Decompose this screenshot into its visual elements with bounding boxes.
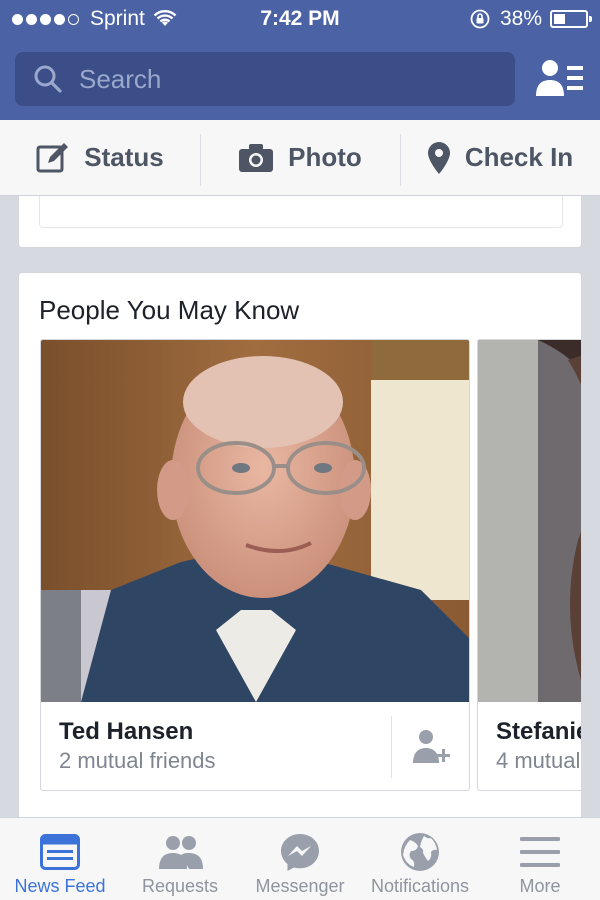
search-icon (33, 64, 63, 94)
friend-requests-icon (157, 828, 203, 876)
person-info: Ted Hansen 2 mutual friends (41, 702, 469, 790)
tab-requests[interactable]: Requests (120, 818, 240, 900)
tab-news-feed[interactable]: News Feed (0, 818, 120, 900)
person-name[interactable]: Ted Hansen (59, 718, 193, 746)
location-pin-icon (427, 141, 450, 174)
orientation-lock-icon (470, 9, 490, 29)
camera-icon (239, 143, 274, 172)
tab-messenger[interactable]: Messenger (240, 818, 360, 900)
check-in-button[interactable]: Check In (400, 120, 600, 195)
status-bar: Sprint 7:42 PM 38% (0, 0, 600, 40)
messenger-icon (280, 828, 320, 876)
search-input[interactable] (79, 63, 459, 95)
profile-photo[interactable] (478, 340, 581, 702)
compose-status-icon (36, 142, 69, 172)
tab-notifications[interactable]: Notifications (360, 818, 480, 900)
previous-story-card (18, 196, 582, 248)
bottom-tab-bar: News Feed Requests Messenger Notificatio… (0, 817, 600, 900)
mutual-friends-count: 4 mutual friends (496, 748, 581, 773)
add-friend-button[interactable] (391, 716, 469, 778)
photo-label: Photo (288, 142, 362, 172)
person-info: Stefanie N 4 mutual friends (478, 702, 581, 790)
news-feed-icon (40, 828, 80, 876)
profile-photo[interactable] (41, 340, 469, 702)
post-composer-bar: Status Photo Check In (0, 120, 600, 196)
tab-label: News Feed (14, 876, 106, 896)
status-label: Status (84, 142, 164, 172)
tab-more[interactable]: More (480, 818, 600, 900)
story-action-bar (39, 196, 563, 228)
person-card[interactable]: Stefanie N 4 mutual friends (477, 339, 581, 791)
person-card[interactable]: Ted Hansen 2 mutual friends (40, 339, 470, 791)
hamburger-menu-icon (520, 828, 560, 876)
tab-label: Requests (141, 876, 219, 896)
people-you-may-know-card: People You May Know Ted Hansen 2 mutual … (18, 272, 582, 832)
pymk-title: People You May Know (39, 295, 300, 325)
friends-list-icon[interactable] (536, 58, 584, 103)
tab-label: Notifications (370, 876, 470, 896)
tab-label: More (519, 876, 561, 896)
mutual-friends-count: 2 mutual friends (59, 748, 216, 773)
globe-icon (400, 828, 440, 876)
person-name[interactable]: Stefanie N (496, 718, 581, 746)
add-friend-icon (412, 730, 450, 763)
photo-button[interactable]: Photo (200, 120, 400, 195)
battery-icon (550, 10, 592, 28)
search-bar[interactable] (15, 52, 515, 106)
status-button[interactable]: Status (0, 120, 200, 195)
top-navigation-bar: Sprint 7:42 PM 38% (0, 0, 600, 120)
battery-percentage: 38% (499, 7, 542, 30)
check-in-label: Check In (464, 142, 574, 172)
tab-label: Messenger (255, 876, 345, 896)
